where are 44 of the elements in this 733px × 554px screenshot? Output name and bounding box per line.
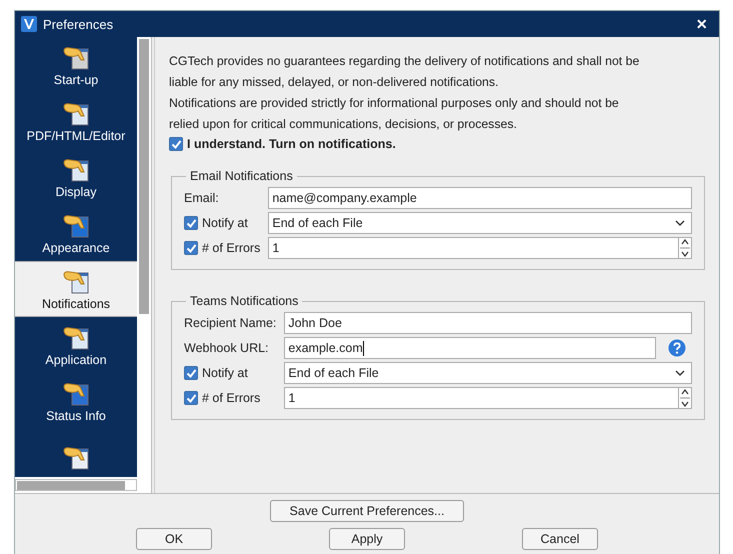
field-label: Notify at [202, 216, 248, 230]
dialog-button[interactable]: OK [136, 528, 212, 550]
sidebar-item[interactable]: Status Info [15, 373, 137, 429]
dropdown[interactable]: End of each File [284, 362, 692, 384]
dialog-button[interactable]: Cancel [522, 528, 598, 550]
field-checkbox[interactable] [184, 366, 198, 380]
sidebar-item[interactable]: Application [15, 317, 137, 373]
consent-label: I understand. Turn on notifications. [187, 137, 396, 151]
dialog-button[interactable]: Apply [329, 528, 405, 550]
horizontal-scrollbar[interactable] [15, 479, 137, 491]
sidebar-item[interactable]: PDF/HTML/Editor [15, 93, 137, 149]
app-logo-icon [21, 16, 37, 32]
dropdown[interactable]: End of each File [268, 212, 692, 234]
text-field[interactable]: John Doe [284, 312, 692, 334]
field-label: # of Errors [202, 391, 260, 405]
text-field[interactable]: name@company.example [268, 187, 692, 209]
field-checkbox[interactable] [184, 216, 198, 230]
save-preferences-button[interactable]: Save Current Preferences... [270, 500, 464, 522]
sidebar-item[interactable]: Appearance [15, 205, 137, 261]
spinner-field[interactable]: 1 [268, 237, 692, 259]
field-label: Email: [184, 191, 219, 205]
consent-checkbox[interactable] [169, 137, 183, 151]
field-label: Recipient Name: [184, 316, 276, 330]
chevron-down-icon [675, 370, 685, 376]
spinner-field[interactable]: 1 [284, 387, 692, 409]
sidebar-item[interactable]: Display [15, 149, 137, 205]
field-checkbox[interactable] [184, 241, 198, 255]
help-icon[interactable] [668, 339, 686, 357]
disclaimer-text: Notifications are provided strictly for informational purposes only and should not be relied upon for critical communications, decisions, or processes. [169, 95, 620, 133]
window-title: Preferences [43, 16, 114, 32]
field-label: Notify at [202, 366, 248, 380]
spinner-arrows-icon[interactable] [680, 387, 690, 409]
group-title: Teams Notifications [189, 294, 300, 308]
disclaimer-text: CGTech provides no guarantees regarding the delivery of notifications and shall not be liable for any missed, delayed, or non-delivered notifications. [169, 53, 640, 91]
sidebar-item[interactable]: Start-up [15, 37, 137, 93]
field-checkbox[interactable] [184, 391, 198, 405]
sidebar-item[interactable]: Notifications [15, 261, 137, 317]
chevron-down-icon [675, 220, 685, 226]
group-title: Email Notifications [189, 169, 294, 183]
spinner-arrows-icon[interactable] [680, 237, 690, 259]
field-label: # of Errors [202, 241, 260, 255]
field-label: Webhook URL: [184, 341, 269, 355]
text-field[interactable]: example.com [284, 337, 656, 359]
close-button[interactable]: × [690, 15, 713, 33]
